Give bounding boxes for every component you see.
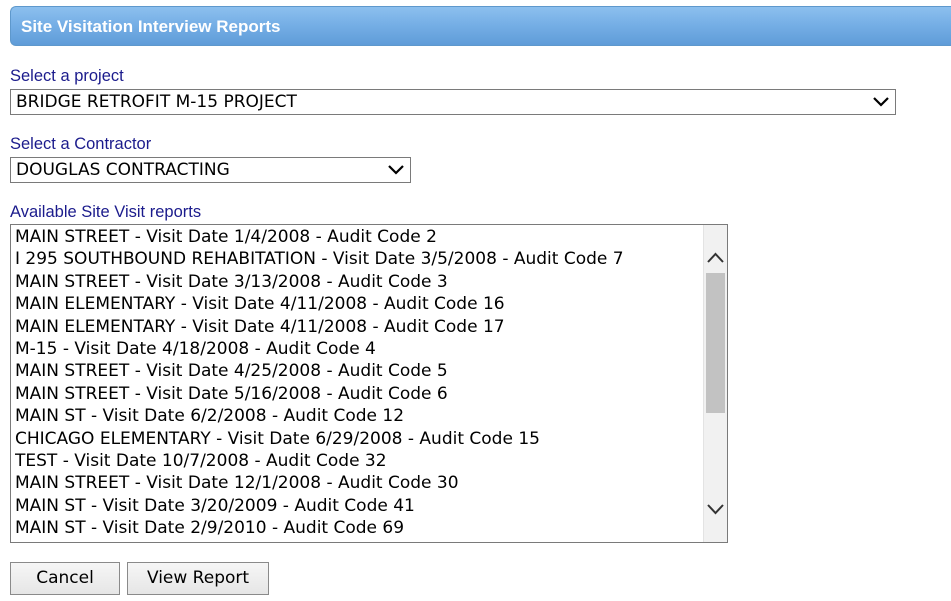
chevron-down-icon (873, 97, 889, 107)
list-item[interactable]: MAIN ST - Visit Date 6/2/2008 - Audit Co… (15, 405, 705, 427)
list-item[interactable]: MAIN ELEMENTARY - Visit Date 4/11/2008 -… (15, 293, 705, 315)
list-item[interactable]: MAIN ELEMENTARY - Visit Date 4/11/2008 -… (15, 316, 705, 338)
project-select-value: BRIDGE RETROFIT M-15 PROJECT (16, 92, 297, 112)
project-select[interactable]: BRIDGE RETROFIT M-15 PROJECT (10, 89, 896, 115)
chevron-down-icon[interactable] (704, 498, 727, 520)
reports-listbox[interactable]: MAIN STREET - Visit Date 1/4/2008 - Audi… (10, 224, 728, 543)
list-item[interactable]: M-15 - Visit Date 4/18/2008 - Audit Code… (15, 338, 705, 360)
contractor-select-value: DOUGLAS CONTRACTING (16, 160, 230, 180)
list-item[interactable]: MAIN STREET - Visit Date 12/1/2008 - Aud… (15, 472, 705, 494)
page-title: Site Visitation Interview Reports (21, 17, 281, 36)
list-item[interactable]: MAIN STREET - Visit Date 3/13/2008 - Aud… (15, 271, 705, 293)
contractor-label: Select a Contractor (10, 135, 152, 153)
reports-scrollbar[interactable] (703, 225, 727, 542)
reports-list: MAIN STREET - Visit Date 1/4/2008 - Audi… (15, 226, 705, 539)
cancel-button[interactable]: Cancel (10, 562, 120, 595)
list-item[interactable]: MAIN STREET - Visit Date 4/25/2008 - Aud… (15, 360, 705, 382)
contractor-select[interactable]: DOUGLAS CONTRACTING (10, 157, 411, 183)
chevron-up-icon[interactable] (704, 247, 727, 269)
list-item[interactable]: CHICAGO ELEMENTARY - Visit Date 6/29/200… (15, 428, 705, 450)
reports-label: Available Site Visit reports (10, 203, 202, 221)
project-label: Select a project (10, 67, 124, 85)
list-item[interactable]: MAIN ST - Visit Date 2/9/2010 - Audit Co… (15, 517, 705, 539)
list-item[interactable]: I 295 SOUTHBOUND REHABITATION - Visit Da… (15, 248, 705, 270)
list-item[interactable]: MAIN STREET - Visit Date 1/4/2008 - Audi… (15, 226, 705, 248)
chevron-down-icon (388, 165, 404, 175)
scroll-thumb[interactable] (706, 273, 725, 413)
list-item[interactable]: TEST - Visit Date 10/7/2008 - Audit Code… (15, 450, 705, 472)
view-report-button[interactable]: View Report (127, 562, 269, 595)
header-bar: Site Visitation Interview Reports (10, 6, 951, 46)
list-item[interactable]: MAIN ST - Visit Date 3/20/2009 - Audit C… (15, 495, 705, 517)
list-item[interactable]: MAIN STREET - Visit Date 5/16/2008 - Aud… (15, 383, 705, 405)
